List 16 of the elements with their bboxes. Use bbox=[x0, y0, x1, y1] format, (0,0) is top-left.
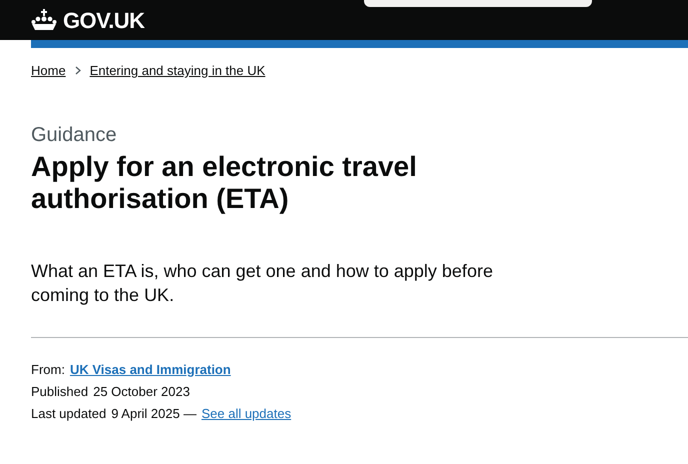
page-title: Apply for an electronic travel authorisation (ETA) bbox=[31, 150, 418, 214]
page-caption: Guidance bbox=[31, 122, 118, 146]
updated-label: Last updated bbox=[31, 406, 106, 422]
govuk-logo[interactable]: GOV.UK bbox=[63, 4, 144, 36]
updates-link[interactable]: See all updates bbox=[201, 406, 292, 422]
crown-icon bbox=[31, 8, 57, 32]
from-label: From: bbox=[31, 362, 65, 378]
published-date: 25 October 2023 bbox=[93, 384, 190, 400]
breadcrumb-link[interactable]: Entering and staying in the UK bbox=[90, 61, 266, 80]
published-label: Published bbox=[31, 384, 88, 400]
updated-date: 9 April 2025 — bbox=[111, 406, 196, 422]
chevron-icon bbox=[74, 66, 81, 76]
lead-paragraph: What an ETA is, who can get one and how to apply before coming to the UK. bbox=[31, 260, 494, 306]
organisation-link[interactable]: UK Visas and Immigration bbox=[70, 362, 231, 378]
breadcrumb-link[interactable]: Home bbox=[31, 61, 66, 80]
search-field[interactable] bbox=[364, 0, 592, 7]
